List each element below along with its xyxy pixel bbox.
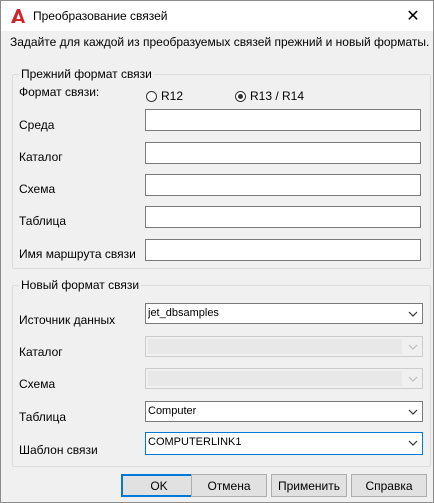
path-name-input[interactable] bbox=[145, 239, 421, 261]
environment-label: Среда bbox=[19, 118, 55, 132]
old-format-group-title: Прежний формат связи bbox=[19, 67, 154, 81]
old-catalog-label: Каталог bbox=[19, 150, 63, 164]
new-format-group-title: Новый формат связи bbox=[19, 278, 142, 292]
old-schema-input[interactable] bbox=[145, 174, 421, 196]
instruction-text: Задайте для каждой из преобразуемых связ… bbox=[10, 35, 430, 49]
title-bar[interactable]: Преобразование связей ✕ bbox=[1, 1, 433, 31]
new-table-dropdown[interactable]: Computer bbox=[145, 401, 423, 422]
link-template-label: Шаблон связи bbox=[19, 443, 98, 457]
new-catalog-label: Каталог bbox=[19, 345, 63, 359]
new-catalog-dropdown[interactable] bbox=[145, 336, 423, 357]
chevron-down-icon[interactable] bbox=[407, 369, 419, 388]
close-icon: ✕ bbox=[406, 8, 420, 25]
radio-r12-circle[interactable] bbox=[146, 90, 157, 102]
cancel-button[interactable]: Отмена bbox=[191, 474, 267, 497]
close-button[interactable]: ✕ bbox=[393, 1, 433, 31]
chevron-down-icon[interactable] bbox=[407, 433, 419, 452]
chevron-down-icon[interactable] bbox=[407, 337, 419, 356]
new-catalog-value-area bbox=[148, 339, 402, 354]
radio-r13-label: R13 / R14 bbox=[250, 89, 305, 103]
chevron-down-icon[interactable] bbox=[407, 402, 419, 421]
old-table-input[interactable] bbox=[145, 206, 421, 228]
old-catalog-input[interactable] bbox=[145, 142, 421, 164]
help-button[interactable]: Справка bbox=[351, 474, 427, 497]
chevron-down-icon[interactable] bbox=[407, 304, 419, 323]
old-table-label: Таблица bbox=[19, 214, 67, 228]
new-table-value: Computer bbox=[148, 405, 197, 417]
radio-r13[interactable]: R13 / R14 bbox=[235, 89, 304, 103]
apply-button[interactable]: Применить bbox=[271, 474, 347, 497]
new-schema-label: Схема bbox=[19, 377, 56, 391]
old-schema-label: Схема bbox=[19, 182, 56, 196]
path-name-label: Имя маршрута связи bbox=[19, 247, 136, 261]
new-schema-dropdown[interactable] bbox=[145, 368, 423, 389]
new-schema-value-area bbox=[148, 371, 402, 386]
dialog-window: Преобразование связей ✕ Задайте для кажд… bbox=[0, 0, 434, 503]
window-title: Преобразование связей bbox=[33, 9, 168, 23]
data-source-value: jet_dbsamples bbox=[148, 307, 219, 319]
environment-input[interactable] bbox=[145, 109, 421, 131]
new-table-label: Таблица bbox=[19, 410, 67, 424]
data-source-label: Источник данных bbox=[19, 313, 116, 327]
radio-r13-circle[interactable] bbox=[235, 90, 246, 102]
data-source-dropdown[interactable]: jet_dbsamples bbox=[145, 303, 423, 324]
link-format-label: Формат связи: bbox=[19, 85, 100, 99]
autocad-logo-icon bbox=[10, 8, 26, 24]
link-template-dropdown[interactable]: COMPUTERLINK1 bbox=[145, 432, 423, 455]
radio-r12-label: R12 bbox=[161, 89, 184, 103]
radio-r12[interactable]: R12 bbox=[146, 89, 183, 103]
link-template-value: COMPUTERLINK1 bbox=[148, 436, 242, 448]
ok-button[interactable]: OK bbox=[121, 474, 197, 497]
